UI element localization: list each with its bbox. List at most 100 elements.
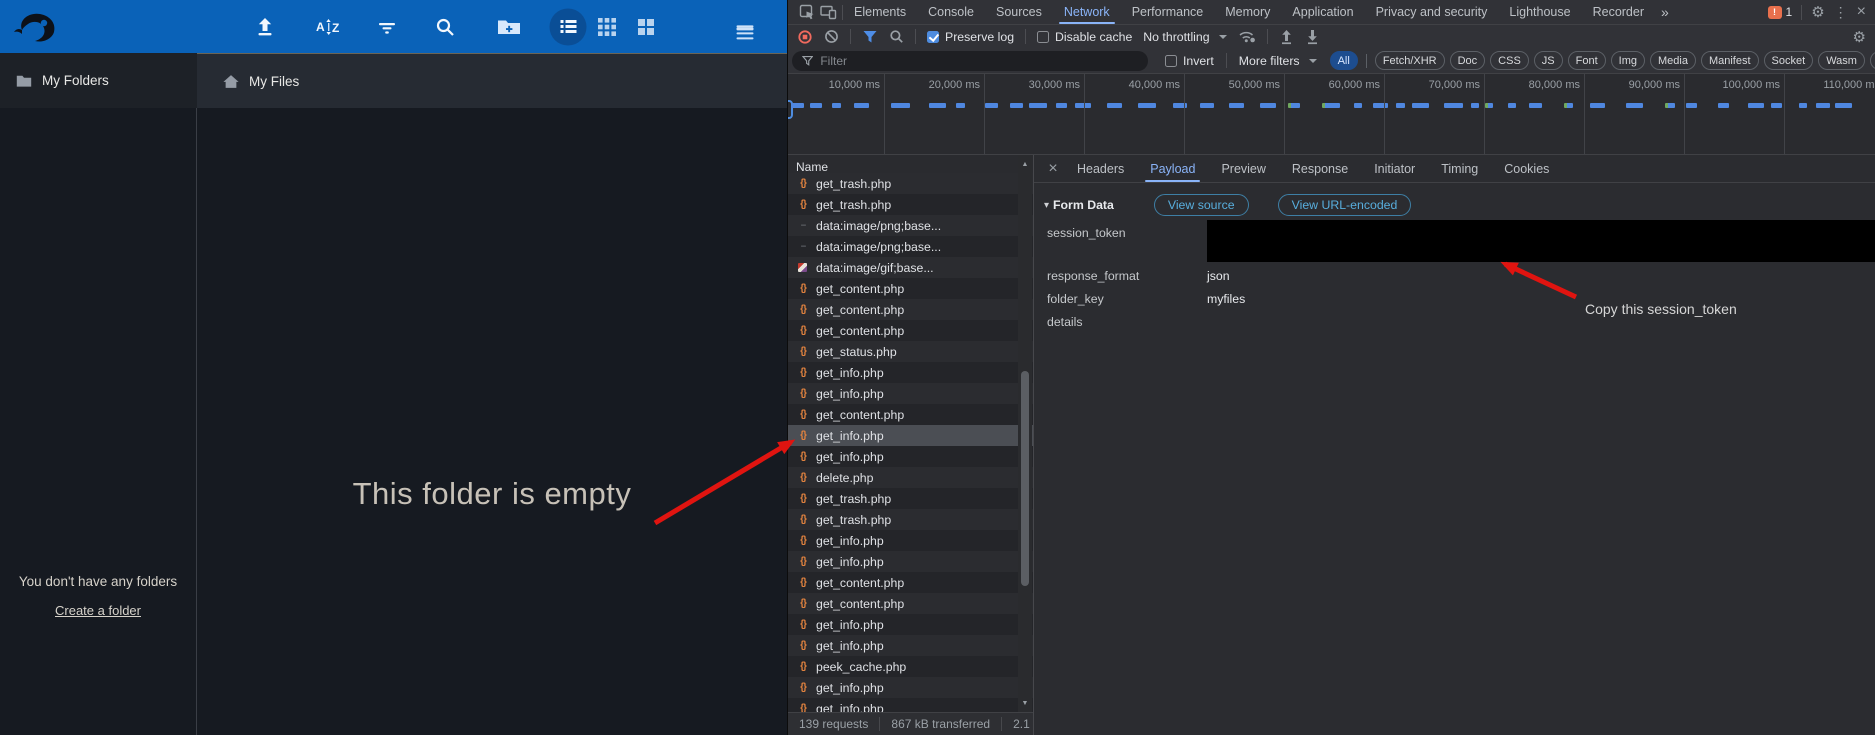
devtools-kebab-menu-icon[interactable]: ⋮ [1834, 4, 1848, 21]
close-details-icon[interactable]: × [1042, 160, 1064, 178]
chip-wasm[interactable]: Wasm [1818, 51, 1865, 70]
devtools-tab-lighthouse[interactable]: Lighthouse [1498, 0, 1581, 24]
chip-img[interactable]: Img [1611, 51, 1645, 70]
disable-cache-checkbox[interactable] [1037, 31, 1049, 43]
request-row[interactable]: {}get_content.php [788, 299, 1033, 320]
chip-js[interactable]: JS [1534, 51, 1563, 70]
network-conditions-icon[interactable] [1238, 29, 1256, 44]
devtools-tab-console[interactable]: Console [917, 0, 985, 24]
list-view-icon[interactable] [550, 8, 587, 45]
scrollbar-thumb[interactable] [1021, 371, 1029, 586]
throttling-select[interactable]: No throttling [1143, 30, 1226, 44]
chip-other[interactable]: Other [1870, 51, 1875, 70]
record-network-log-icon[interactable] [797, 29, 813, 45]
request-row[interactable]: {}get_trash.php [788, 194, 1033, 215]
device-toolbar-icon[interactable] [820, 5, 837, 20]
request-row[interactable]: --data:image/png;base... [788, 236, 1033, 257]
chip-font[interactable]: Font [1568, 51, 1606, 70]
tile-view-icon[interactable] [635, 16, 657, 38]
menu-icon[interactable] [737, 23, 754, 30]
request-row[interactable]: {}get_content.php [788, 593, 1033, 614]
details-tab-cookies[interactable]: Cookies [1491, 155, 1562, 182]
devtools-tab-elements[interactable]: Elements [843, 0, 917, 24]
request-row[interactable]: {}get_info.php [788, 446, 1033, 467]
request-row[interactable]: {}get_content.php [788, 404, 1033, 425]
request-row[interactable]: {}get_info.php [788, 614, 1033, 635]
chip-fetch-xhr[interactable]: Fetch/XHR [1375, 51, 1445, 70]
chip-css[interactable]: CSS [1490, 51, 1529, 70]
inspect-element-icon[interactable] [799, 4, 815, 20]
request-row[interactable]: {}delete.php [788, 467, 1033, 488]
chip-media[interactable]: Media [1650, 51, 1696, 70]
preserve-log-option[interactable]: Preserve log [927, 30, 1014, 44]
request-row[interactable]: {}get_content.php [788, 572, 1033, 593]
request-row[interactable]: {}get_info.php [788, 677, 1033, 698]
chip-doc[interactable]: Doc [1450, 51, 1486, 70]
export-har-icon[interactable] [1305, 29, 1320, 45]
devtools-close-icon[interactable]: × [1857, 3, 1866, 21]
request-row[interactable]: {}get_info.php [788, 362, 1033, 383]
request-row[interactable]: {}get_info.php [788, 635, 1033, 656]
scroll-down-icon[interactable]: ▼ [1018, 700, 1032, 707]
devtools-tab-sources[interactable]: Sources [985, 0, 1053, 24]
search-icon[interactable] [433, 15, 457, 39]
error-count-badge[interactable]: ! 1 [1768, 5, 1793, 19]
devtools-settings-gear-icon[interactable]: ⚙ [1811, 3, 1824, 21]
import-har-icon[interactable] [1279, 29, 1294, 45]
upload-icon[interactable] [253, 15, 277, 39]
request-row[interactable]: {}get_trash.php [788, 488, 1033, 509]
details-tab-preview[interactable]: Preview [1208, 155, 1278, 182]
request-row[interactable]: {}get_trash.php [788, 509, 1033, 530]
request-row[interactable]: {}get_content.php [788, 278, 1033, 299]
request-row[interactable]: --data:image/png;base... [788, 215, 1033, 236]
filter-toggle-icon[interactable] [862, 29, 878, 44]
devtools-tab-application[interactable]: Application [1281, 0, 1364, 24]
devtools-tab-recorder[interactable]: Recorder [1582, 0, 1655, 24]
scroll-up-icon[interactable]: ▲ [1018, 161, 1032, 168]
devtools-tab-performance[interactable]: Performance [1121, 0, 1215, 24]
sort-az-icon[interactable]: A Z [316, 15, 342, 39]
view-source-button[interactable]: View source [1154, 194, 1249, 216]
collapse-triangle-icon[interactable]: ▾ [1044, 200, 1049, 211]
request-row[interactable]: {}peek_cache.php [788, 656, 1033, 677]
details-tab-payload[interactable]: Payload [1137, 155, 1208, 182]
filter-icon[interactable] [375, 15, 399, 39]
details-tab-headers[interactable]: Headers [1064, 155, 1137, 182]
more-filters-button[interactable]: More filters [1239, 54, 1317, 68]
devtools-tab-memory[interactable]: Memory [1214, 0, 1281, 24]
search-network-icon[interactable] [889, 29, 904, 44]
tab-my-folders[interactable]: My Folders [0, 53, 197, 108]
more-tabs-chevron[interactable]: » [1655, 0, 1675, 24]
invert-checkbox[interactable] [1165, 55, 1177, 67]
request-row[interactable]: {}get_content.php [788, 320, 1033, 341]
request-list-scrollbar[interactable]: ▲ ▼ [1018, 155, 1032, 735]
disable-cache-option[interactable]: Disable cache [1037, 30, 1132, 44]
chip-all[interactable]: All [1330, 51, 1358, 70]
details-tab-response[interactable]: Response [1279, 155, 1361, 182]
add-folder-icon[interactable] [496, 15, 522, 39]
devtools-tab-privacy-and-security[interactable]: Privacy and security [1365, 0, 1499, 24]
request-row[interactable]: {}get_info.php [788, 551, 1033, 572]
chip-socket[interactable]: Socket [1764, 51, 1814, 70]
request-row[interactable]: data:image/gif;base... [788, 257, 1033, 278]
clear-network-log-icon[interactable] [824, 29, 839, 44]
details-tab-timing[interactable]: Timing [1428, 155, 1491, 182]
tab-my-files[interactable]: My Files [197, 53, 787, 108]
invert-option[interactable]: Invert [1165, 54, 1214, 68]
filter-input[interactable] [820, 54, 1138, 68]
details-tab-initiator[interactable]: Initiator [1361, 155, 1428, 182]
view-url-encoded-button[interactable]: View URL-encoded [1278, 194, 1412, 216]
request-row[interactable]: {}get_trash.php [788, 173, 1033, 194]
grid-view-icon[interactable] [596, 16, 618, 38]
request-row[interactable]: {}get_info.php [788, 425, 1033, 446]
request-row[interactable]: {}get_status.php [788, 341, 1033, 362]
request-row[interactable]: {}get_info.php [788, 383, 1033, 404]
request-row[interactable]: {}get_info.php [788, 530, 1033, 551]
create-folder-link[interactable]: Create a folder [0, 603, 196, 618]
chip-manifest[interactable]: Manifest [1701, 51, 1759, 70]
preserve-log-checkbox[interactable] [927, 31, 939, 43]
devtools-tab-network[interactable]: Network [1053, 0, 1121, 24]
network-overview-timeline[interactable]: 10,000 ms20,000 ms30,000 ms40,000 ms50,0… [788, 74, 1875, 155]
network-settings-gear-icon[interactable]: ⚙ [1853, 28, 1875, 46]
redacted-session-token-value[interactable] [1207, 220, 1875, 262]
